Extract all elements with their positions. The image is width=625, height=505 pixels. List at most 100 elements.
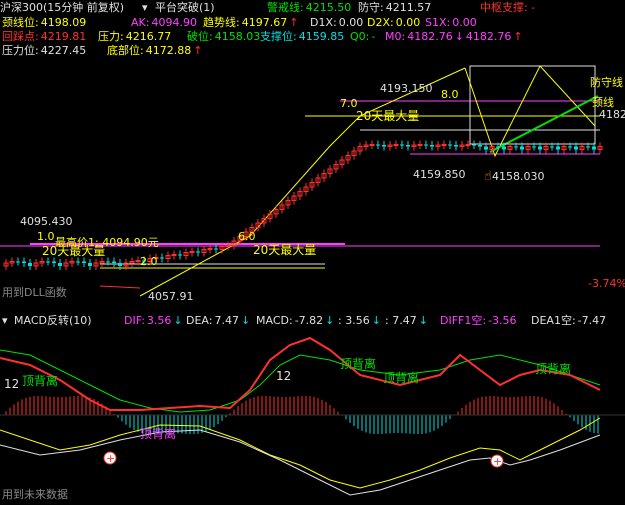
bei-1: 顶背离: [22, 373, 58, 388]
candle: [514, 146, 518, 148]
candle: [88, 263, 92, 266]
candle: [520, 146, 524, 150]
label-pct: -3.74%: [588, 277, 625, 290]
candle: [52, 261, 56, 263]
defend-value: 4211.57: [385, 1, 432, 14]
dea1-value: -7.47: [577, 314, 607, 327]
label-defend-line: 防守线: [590, 75, 623, 89]
bei-4: 顶背离: [535, 361, 571, 376]
candle: [406, 145, 410, 147]
neck-value: 4198.09: [40, 16, 87, 29]
q0-label: Q0:: [350, 30, 370, 43]
hand-cursor-icon: ☝: [484, 169, 492, 184]
candle: [376, 144, 380, 146]
candle: [400, 144, 404, 146]
candle: [118, 263, 122, 266]
macd-value: -7.82: [294, 314, 324, 327]
candle: [424, 144, 428, 146]
d2x-label: D2X:: [367, 16, 394, 29]
candle: [369, 144, 375, 146]
candle: [171, 254, 177, 256]
trend-label: 趋势线:: [203, 16, 240, 29]
q0-value: -: [371, 30, 376, 43]
ak-label: AK:: [131, 16, 150, 29]
candle: [496, 146, 500, 148]
break-value: 4158.03: [214, 30, 261, 43]
d1x-value: 0.00: [338, 16, 364, 29]
candle: [58, 263, 62, 266]
symbol-title: 沪深300(15分钟 前复权): [0, 1, 125, 14]
indicator-name[interactable]: 平台突破(1): [155, 1, 215, 14]
label-vol-b: 20天最大量: [253, 243, 316, 257]
macd-panel[interactable]: 顶背离 顶背离 顶背离 顶背离 顶背离 12 12 + + 用到未来数据: [0, 330, 625, 505]
label-4193: 4193.150: [380, 82, 433, 95]
cross-icon: +: [103, 451, 117, 465]
ak-value: 4094.90: [151, 16, 197, 29]
center-support: 中枢支撑: -: [480, 1, 536, 14]
diff1-value: -3.56: [488, 314, 517, 327]
macd-arrow-icon: ↓: [325, 314, 335, 327]
dea-value: 7.47: [214, 314, 239, 327]
yellow-line-1: [0, 417, 601, 489]
dea-label: DEA:: [186, 314, 213, 327]
d2x-value: 0.00: [395, 16, 421, 29]
candle: [76, 261, 80, 263]
d1x-label: D1X:: [310, 16, 337, 29]
m0-arrow-icon: ↓: [454, 30, 464, 43]
m0-up-arrow-icon: ↑: [513, 30, 523, 43]
candlestick-chart[interactable]: 4193.150 4159.850 4158.030 4095.430 4057…: [0, 56, 625, 312]
macd-title[interactable]: MACD反转(10): [14, 314, 92, 327]
diff1-label: DIFF1空:: [440, 314, 487, 327]
dea1-label: DEA1空:: [531, 314, 576, 327]
defend-label: 防守:: [358, 1, 384, 14]
candle: [556, 146, 560, 150]
indicator-dropdown-icon[interactable]: ▾: [142, 1, 148, 14]
candle: [393, 144, 399, 146]
candle: [538, 146, 542, 150]
label-4158: 4158.030: [492, 170, 545, 183]
candle: [592, 146, 596, 150]
label-maxprice: 最高价1: 4094.90元: [55, 235, 159, 249]
cross-icon: +: [490, 454, 504, 468]
label-4057: 4057.91: [148, 290, 194, 303]
candle: [465, 144, 471, 146]
candle: [568, 146, 572, 148]
pullback-label: 回踩点:: [2, 30, 39, 43]
candle: [189, 251, 195, 253]
label-8: 8.0: [441, 88, 459, 101]
macd-v1: : 3.56: [338, 314, 370, 327]
candle: [484, 146, 488, 150]
s1x-label: S1X:: [425, 16, 451, 29]
break-label: 破位:: [187, 30, 213, 43]
label-2: 2.0: [140, 255, 158, 268]
candle: [225, 245, 231, 247]
dif-value: 3.56: [146, 314, 172, 327]
trend-arrow-icon: ↑: [289, 16, 299, 29]
support-label: 支撑位:: [260, 30, 297, 43]
dif-label: DIF:: [124, 314, 145, 327]
bei-2: 顶背离: [340, 356, 376, 371]
candle: [472, 144, 476, 146]
candle: [16, 261, 20, 263]
label-right-4182: 4182: [599, 108, 625, 121]
label-6: 6.0: [238, 230, 256, 243]
candle: [178, 254, 182, 256]
s1x-value: 0.00: [452, 16, 477, 29]
svg-text:+: +: [493, 455, 502, 468]
macd-dropdown-icon[interactable]: ▾: [2, 314, 8, 327]
candle: [586, 146, 590, 148]
svg-text:+: +: [106, 452, 115, 465]
candle: [574, 146, 578, 150]
candle: [502, 146, 506, 150]
trend-line-up: [139, 67, 466, 297]
red-guide-line: [99, 285, 141, 289]
num-12-b: 12: [276, 369, 291, 383]
m0-label: M0:: [385, 30, 406, 43]
m0-value: 4182.76: [407, 30, 453, 43]
candle: [46, 261, 50, 263]
label-4159: 4159.850: [413, 168, 466, 181]
label-4095: 4095.430: [20, 215, 73, 228]
label-1: 1.0: [37, 230, 55, 243]
candle: [82, 261, 86, 263]
white-line-1: [0, 429, 601, 496]
